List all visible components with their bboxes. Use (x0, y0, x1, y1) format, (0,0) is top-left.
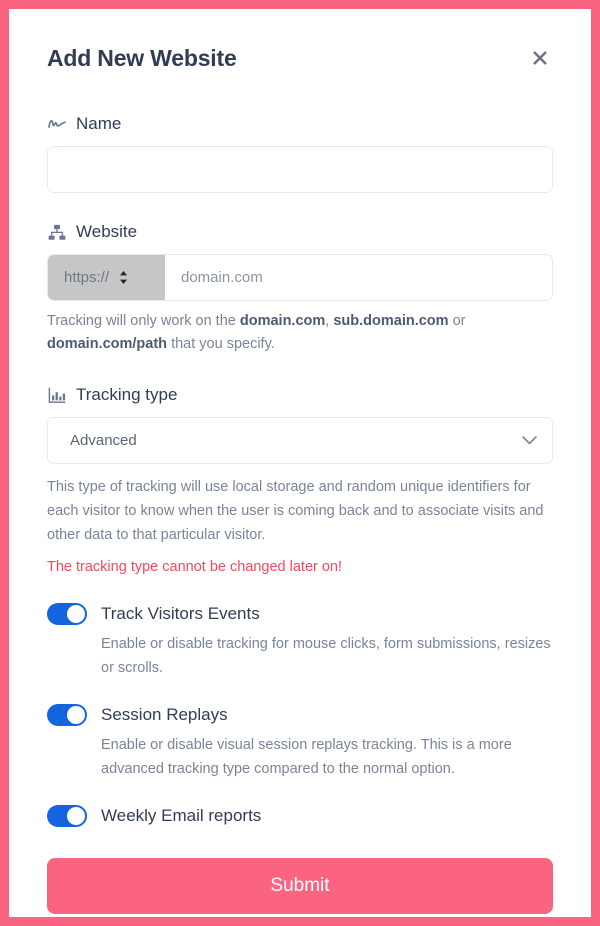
help-bold-domain: domain.com (239, 313, 326, 329)
toggle-label: Weekly Email reports (101, 806, 262, 825)
sitemap-icon (47, 222, 67, 242)
name-label: Name (47, 113, 553, 135)
toggle-item-track-visitors-events: Track Visitors Events Enable or disable … (47, 603, 553, 680)
scheme-select-value: https:// (64, 269, 110, 286)
toggle-row: Track Visitors Events (47, 603, 553, 625)
add-website-modal: Add New Website Name Website https:// do… (9, 9, 591, 917)
name-field-group: Name (47, 113, 553, 193)
page-title: Add New Website (47, 45, 237, 71)
website-field-group: Website https:// Tracking will only work… (47, 221, 553, 356)
toggle-row: Session Replays (47, 704, 553, 726)
close-icon (531, 49, 549, 67)
toggle-list: Track Visitors Events Enable or disable … (47, 603, 553, 827)
tracking-type-description: This type of tracking will use local sto… (47, 479, 544, 543)
website-url-input[interactable] (165, 255, 552, 300)
toggle-label: Session Replays (101, 705, 228, 724)
toggle-description: Enable or disable tracking for mouse cli… (101, 636, 551, 676)
help-part-3: or (448, 313, 466, 329)
help-part-1: Tracking will only work on the (47, 313, 240, 329)
toggle-knob (67, 706, 85, 724)
name-label-text: Name (76, 114, 122, 133)
toggle-description: Enable or disable visual session replays… (101, 737, 512, 777)
submit-button[interactable]: Submit (47, 858, 553, 914)
tracking-type-label-text: Tracking type (76, 385, 178, 404)
website-label-text: Website (76, 222, 138, 241)
toggle-row: Weekly Email reports (47, 805, 553, 827)
track-visitors-events-toggle[interactable] (47, 603, 87, 625)
close-button[interactable] (527, 45, 553, 71)
signature-icon (47, 114, 67, 134)
updown-arrows-icon (118, 270, 129, 285)
help-bold-path: domain.com/path (47, 336, 168, 352)
website-label: Website (47, 221, 553, 243)
toggle-item-session-replays: Session Replays Enable or disable visual… (47, 704, 553, 781)
tracking-type-label: Tracking type (47, 384, 553, 406)
bar-chart-icon (47, 385, 67, 405)
weekly-email-reports-toggle[interactable] (47, 805, 87, 827)
toggle-item-weekly-email-reports: Weekly Email reports (47, 805, 553, 827)
toggle-label: Track Visitors Events (101, 604, 260, 623)
session-replays-toggle[interactable] (47, 704, 87, 726)
name-input[interactable] (47, 146, 553, 193)
tracking-type-select-wrap: Advanced (47, 417, 553, 464)
website-help-text: Tracking will only work on the domain.co… (47, 310, 553, 356)
website-input-group: https:// (47, 254, 553, 301)
tracking-type-selected-value: Advanced (70, 432, 137, 449)
toggle-knob (67, 807, 85, 825)
tracking-type-select[interactable]: Advanced (47, 417, 553, 464)
help-bold-subdomain: sub.domain.com (333, 313, 449, 329)
tracking-type-warning: The tracking type cannot be changed late… (47, 559, 343, 575)
tracking-type-group: Tracking type Advanced This type of trac… (47, 384, 553, 579)
help-part-4: that you specify. (167, 336, 275, 352)
modal-header: Add New Website (47, 43, 553, 85)
scheme-select[interactable]: https:// (48, 255, 165, 300)
modal-body: Add New Website Name Website https:// do… (9, 9, 591, 917)
toggle-knob (67, 605, 85, 623)
